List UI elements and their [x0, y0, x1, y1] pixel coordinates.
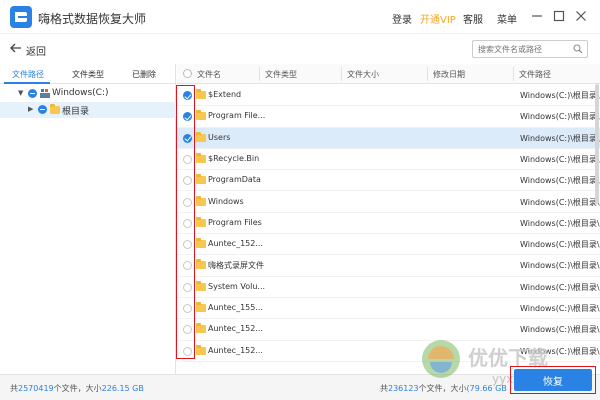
column-divider — [259, 67, 260, 81]
title-bar: 嗨格式数据恢复大师 登录 开通VIP 客服 菜单 — [0, 0, 600, 34]
folder-icon — [196, 302, 206, 312]
caret-down-icon[interactable]: ▼ — [18, 89, 23, 97]
active-tab-indicator — [4, 82, 50, 84]
recover-highlight — [510, 366, 596, 394]
col-path[interactable]: 文件路径 — [519, 69, 551, 80]
tab-deleted[interactable]: 已删除 — [132, 69, 156, 80]
partial-check-icon[interactable] — [38, 105, 47, 114]
file-path: Windows(C:)\根目录\ — [520, 282, 600, 292]
left-panel: 文件路径 文件类型 已删除 ▼ Windows(C:) ▶ 根目录 — [0, 64, 176, 374]
tree-label: 根目录 — [62, 107, 90, 117]
scrollbar[interactable] — [595, 84, 599, 204]
column-divider — [427, 67, 428, 81]
col-date[interactable]: 修改日期 — [433, 69, 465, 80]
file-path: Windows(C:)\根目录\ — [520, 112, 600, 122]
select-all-checkbox[interactable] — [183, 69, 192, 78]
tree-item-root[interactable]: ▶ 根目录 — [0, 102, 176, 118]
drive-icon — [40, 89, 50, 98]
partial-check-icon[interactable] — [28, 89, 37, 98]
login-link[interactable]: 登录 — [392, 11, 412, 26]
back-arrow-icon[interactable] — [10, 43, 22, 53]
file-name: 嗨格式录屏文件 — [208, 261, 264, 271]
menu-link[interactable]: 菜单 — [497, 11, 517, 26]
file-name: $Extend — [208, 90, 242, 99]
selected-stats: 共236123个文件，大小(79.66 GB — [380, 384, 507, 393]
file-name: $Recycle.Bin — [208, 153, 260, 163]
table-row[interactable]: 嗨格式录屏文件 Windows(C:)\根目录\ — [177, 255, 600, 277]
file-name: Auntec_155... — [208, 303, 263, 312]
folder-icon — [196, 280, 206, 291]
file-name: ProgramData — [208, 175, 261, 185]
table-row[interactable]: System Volu... Windows(C:)\根目录\ — [177, 277, 600, 298]
file-name: Auntec_152... — [208, 239, 263, 249]
file-path: Windows(C:)\根目录\ — [520, 197, 600, 207]
maximize-icon[interactable] — [552, 9, 566, 23]
folder-icon — [196, 323, 206, 334]
folder-icon — [196, 344, 206, 355]
col-size[interactable]: 文件大小 — [347, 69, 379, 80]
table-row[interactable]: Program File... Windows(C:)\根目录\ — [177, 106, 600, 128]
col-type[interactable]: 文件类型 — [265, 69, 297, 80]
table-row[interactable]: Users Windows(C:)\根目录\ — [177, 127, 600, 149]
file-path: Windows(C:)\根目录\ — [520, 133, 600, 143]
file-path: Windows(C:)\根目录\ — [520, 261, 600, 271]
folder-icon — [196, 174, 206, 185]
table-row[interactable]: $Recycle.Bin Windows(C:)\根目录\ — [177, 149, 600, 171]
search-icon[interactable] — [573, 44, 583, 54]
file-table: 文件名 文件类型 文件大小 修改日期 文件路径 $Extend Windows(C… — [177, 64, 600, 374]
file-path: Windows(C:)\根目录\ — [520, 240, 600, 250]
folder-icon — [50, 104, 60, 114]
file-path: Windows(C:)\根目录\ — [520, 91, 600, 100]
tree-item-windows-c[interactable]: ▼ Windows(C:) — [0, 86, 176, 102]
search-input[interactable] — [473, 41, 569, 57]
folder-icon — [196, 89, 206, 99]
table-row[interactable]: Windows Windows(C:)\根目录\ — [177, 192, 600, 213]
tree-label: Windows(C:) — [52, 88, 109, 98]
table-row[interactable]: $Extend Windows(C:)\根目录\ — [177, 85, 600, 107]
left-tabs: 文件路径 文件类型 已删除 — [0, 64, 176, 84]
folder-icon — [196, 238, 206, 249]
column-divider — [513, 67, 514, 81]
search-box[interactable] — [472, 40, 588, 58]
folder-icon — [196, 259, 206, 270]
tab-file-type[interactable]: 文件类型 — [72, 69, 104, 80]
table-header: 文件名 文件类型 文件大小 修改日期 文件路径 — [177, 64, 600, 84]
file-name: System Volu... — [208, 281, 266, 291]
file-name: Users — [208, 132, 231, 142]
column-divider — [341, 67, 342, 81]
back-button[interactable]: 返回 — [26, 43, 46, 58]
table-row[interactable]: Auntec_152... Windows(C:)\根目录\ — [177, 319, 600, 341]
minimize-icon[interactable] — [530, 9, 544, 23]
service-link[interactable]: 客服 — [463, 11, 483, 26]
tab-file-path[interactable]: 文件路径 — [12, 69, 44, 80]
folder-icon — [196, 195, 206, 206]
file-path: Windows(C:)\根目录\ — [520, 325, 600, 335]
caret-right-icon[interactable]: ▶ — [28, 105, 33, 113]
file-path: Windows(C:)\根目录\ — [520, 218, 600, 228]
folder-icon — [196, 216, 206, 227]
app-title: 嗨格式数据恢复大师 — [38, 12, 147, 26]
checkbox-highlight — [176, 85, 195, 359]
file-name: Program File... — [208, 111, 266, 121]
file-path: Windows(C:)\根目录\ — [520, 176, 600, 186]
app-logo-icon — [10, 6, 32, 28]
folder-icon — [196, 110, 206, 121]
vip-link[interactable]: 开通VIP — [420, 11, 456, 26]
file-name: Auntec_152... — [208, 324, 263, 334]
file-name: Windows — [208, 196, 244, 206]
watermark-logo-icon — [422, 340, 460, 378]
folder-icon — [196, 152, 206, 163]
file-name: Program Files — [208, 217, 262, 227]
file-path: Windows(C:)\根目录\ — [520, 154, 600, 164]
total-stats: 共2570419个文件，大小226.15 GB — [10, 384, 144, 393]
col-name[interactable]: 文件名 — [197, 69, 221, 80]
table-row[interactable]: Auntec_155... Windows(C:)\根目录\ — [177, 298, 600, 320]
close-icon[interactable] — [574, 9, 588, 23]
folder-icon — [196, 131, 206, 142]
table-row[interactable]: Program Files Windows(C:)\根目录\ — [177, 213, 600, 235]
file-name: Auntec_152... — [208, 345, 263, 355]
table-row[interactable]: Auntec_152... Windows(C:)\根目录\ — [177, 234, 600, 256]
file-path: Windows(C:)\根目录\ — [520, 304, 600, 313]
table-row[interactable]: ProgramData Windows(C:)\根目录\ — [177, 170, 600, 192]
